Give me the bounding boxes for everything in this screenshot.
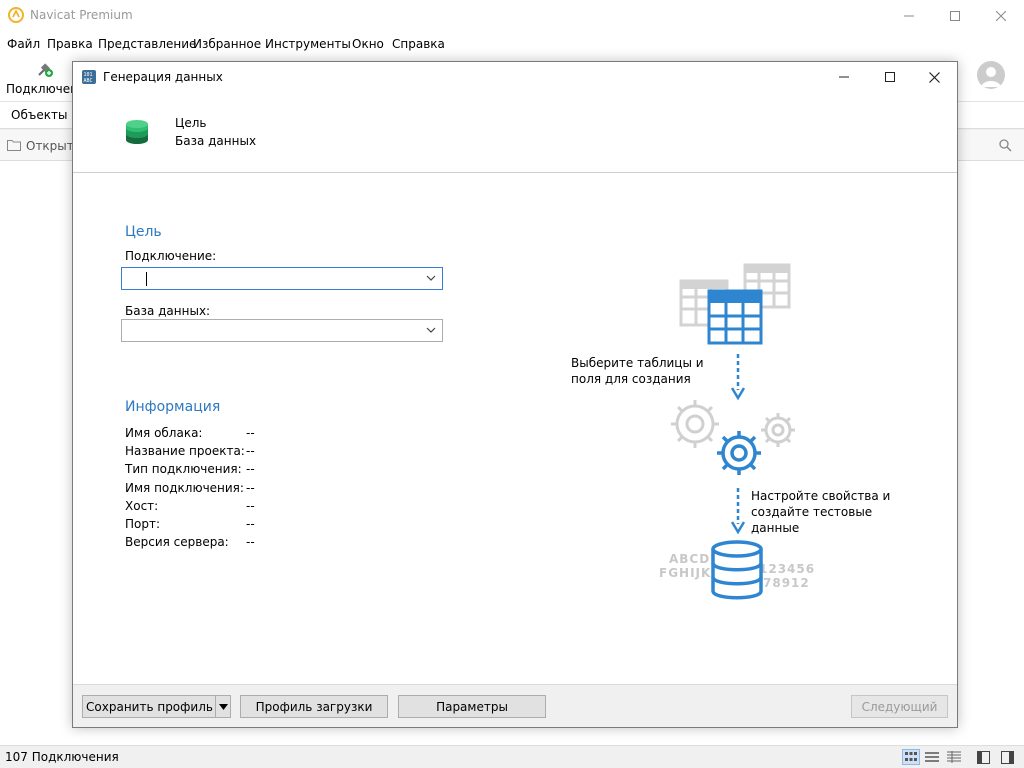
dialog-minimize-button[interactable] [821,62,867,92]
svg-text:ABC: ABC [84,78,93,84]
info-cloud-name-label: Имя облака: [125,426,203,440]
minimize-icon [904,15,914,16]
database-combobox[interactable] [121,319,443,342]
gears-illustration [671,400,795,475]
connection-label: Подключение: [125,249,217,263]
maximize-button[interactable] [932,0,978,31]
close-icon [996,10,1006,21]
database-label: База данных: [125,304,211,318]
dialog-maximize-button[interactable] [867,62,913,92]
app-titlebar: Navicat Premium [0,0,1024,31]
info-connection-type-value: -- [246,462,255,476]
data-generation-icon: 101 ABC [82,70,96,84]
parameters-label: Параметры [436,699,508,714]
dialog-header: Цель База данных [73,92,957,173]
info-host-value: -- [246,499,255,513]
navicat-logo-icon [8,7,24,23]
step1-caption: Выберите таблицы и поля для создания [571,356,704,386]
info-port-label: Порт: [125,517,161,531]
text-cursor [146,272,147,286]
save-profile-label: Сохранить профиль [86,699,213,714]
header-step-subtitle: База данных [175,134,257,148]
blue-gear-icon [717,431,761,475]
menu-window[interactable]: Окно [352,37,384,51]
save-profile-dropdown[interactable] [215,696,230,717]
view-grid-button[interactable] [902,749,920,765]
toggle-right-pane-icon[interactable] [1001,751,1014,764]
dialog-close-button[interactable] [911,62,957,92]
info-section-title: Информация [125,399,221,415]
folder-open-icon [7,140,21,151]
dialog-footer: Сохранить профиль Профиль загрузки Парам… [73,684,957,727]
status-connection-count: 107 Подключения [5,750,119,764]
chevron-down-icon [426,275,436,281]
grid-view-icon [905,752,917,761]
chevron-down-icon [426,327,436,333]
load-profile-button[interactable]: Профиль загрузки [240,695,388,718]
plug-add-icon [38,63,53,77]
toggle-left-pane-icon[interactable] [977,751,990,764]
info-connection-name-label: Имя подключения: [125,481,244,495]
list-view-icon[interactable] [924,751,940,764]
user-avatar[interactable] [977,61,1005,89]
minimize-button[interactable] [886,0,932,31]
data-generation-dialog: 101 ABC Генерация данных Цель База данны… [72,61,958,728]
menu-help[interactable]: Справка [392,37,445,51]
maximize-icon [885,72,895,82]
info-connection-type-label: Тип подключения: [125,462,242,476]
tables-illustration [679,263,791,345]
next-label: Следующий [861,699,938,714]
minimize-icon [839,76,849,78]
parameters-button[interactable]: Параметры [398,695,546,718]
info-cloud-name-value: -- [246,426,255,440]
sample-digits: 123456 78912 [759,562,815,590]
menu-view[interactable]: Представление [98,37,196,51]
menu-bar: Файл Правка Представление Избранное Инст… [0,31,1024,57]
next-button[interactable]: Следующий [851,695,948,718]
sample-digits-line1: 123456 [759,562,816,576]
menu-edit[interactable]: Правка [47,37,93,51]
blue-table-icon [707,289,763,345]
info-project-name-label: Название проекта: [125,444,245,458]
save-profile-button[interactable]: Сохранить профиль [82,695,231,718]
load-profile-label: Профиль загрузки [255,699,373,714]
user-icon [981,67,1001,87]
menu-favorites[interactable]: Избранное [193,37,261,51]
dialog-titlebar: 101 ABC Генерация данных [73,62,957,92]
database-icon [126,120,148,144]
info-project-name-value: -- [246,444,255,458]
sample-digits-line2: 78912 [763,576,810,590]
maximize-icon [950,10,960,21]
blue-database-icon [711,540,763,600]
target-section-title: Цель [125,224,162,240]
dialog-title: Генерация данных [103,70,223,84]
detail-view-icon[interactable] [946,751,962,764]
close-button[interactable] [978,0,1024,31]
info-connection-name-value: -- [246,481,255,495]
info-port-value: -- [246,517,255,531]
tab-objects[interactable]: Объекты [11,108,67,122]
triangle-down-icon [218,703,228,710]
menu-tools[interactable]: Инструменты [265,37,351,51]
header-step-title: Цель [175,116,207,130]
gray-gear-icon-small [761,413,795,447]
connection-combobox[interactable] [121,267,443,290]
step2-caption: Настройте свойства и создайте тестовые д… [751,489,891,535]
connection-toolbar-button[interactable]: Подключение [0,57,93,102]
info-host-label: Хост: [125,499,159,513]
search-icon[interactable] [999,139,1012,152]
app-title: Navicat Premium [30,8,133,22]
info-server-version-label: Версия сервера: [125,535,229,549]
status-bar: 107 Подключения [0,745,1024,768]
info-server-version-value: -- [246,535,255,549]
arrow-down-icon-2 [731,488,745,535]
menu-file[interactable]: Файл [7,37,40,51]
gray-gear-icon [671,400,719,448]
close-icon [928,71,940,83]
